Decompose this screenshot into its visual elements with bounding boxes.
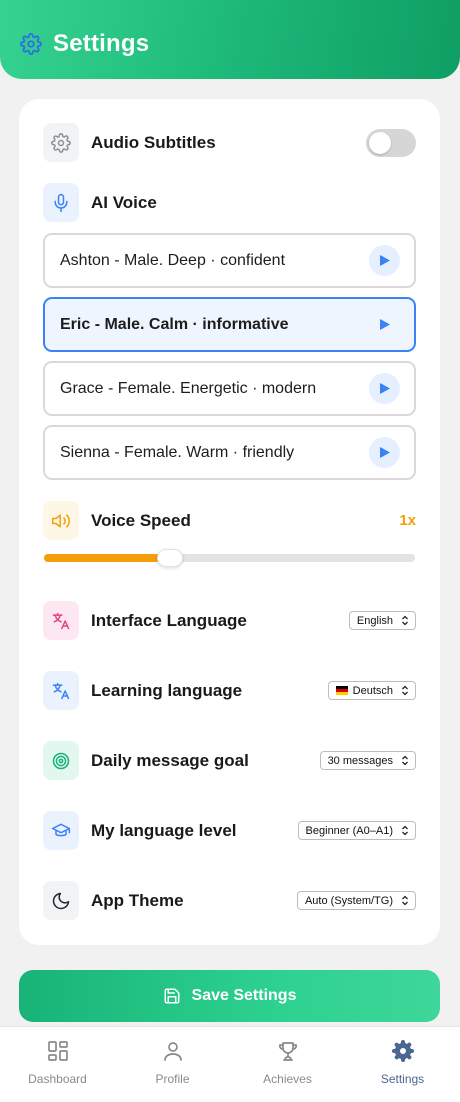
daily-goal-label: Daily message goal [91, 750, 249, 770]
ai-voice-label: AI Voice [91, 192, 157, 212]
play-icon[interactable] [369, 373, 400, 404]
interface-language-label: Interface Language [91, 610, 247, 630]
select-value: Auto (System/TG) [304, 894, 393, 907]
chevron-updown-icon [402, 895, 408, 906]
gear-icon [43, 123, 79, 162]
daily-goal-select[interactable]: 30 messages [319, 751, 416, 770]
voice-speed-row: Voice Speed 1x [43, 501, 416, 540]
nav-item-settings[interactable]: Settings [345, 1027, 460, 1102]
learning-language-select[interactable]: Deutsch [327, 681, 416, 700]
voice-option-label: Sienna - Female. Warm · friendly [60, 443, 295, 461]
trophy-icon [278, 1042, 297, 1061]
interface-language-select[interactable]: English [348, 611, 416, 630]
translate-icon [43, 601, 79, 640]
chevron-updown-icon [402, 825, 408, 836]
play-icon[interactable] [369, 309, 400, 340]
moon-icon [43, 881, 79, 920]
nav-item-dashboard[interactable]: Dashboard [0, 1027, 115, 1102]
app-theme-label: App Theme [91, 890, 184, 910]
nav-label: Profile [155, 1072, 190, 1086]
voice-speed-value: 1x [399, 512, 416, 529]
interface-language-row: Interface Language English [43, 601, 416, 640]
page-title: Settings [53, 29, 150, 57]
chevron-updown-icon [402, 615, 408, 626]
slider-thumb[interactable] [157, 549, 183, 567]
chevron-updown-icon [402, 685, 408, 696]
language-level-row: My language level Beginner (A0–A1) [43, 811, 416, 850]
audio-subtitles-row: Audio Subtitles [43, 123, 416, 162]
daily-goal-row: Daily message goal 30 messages [43, 741, 416, 780]
voice-option-sienna[interactable]: Sienna - Female. Warm · friendly [43, 425, 416, 480]
play-icon[interactable] [369, 245, 400, 276]
microphone-icon [43, 183, 79, 222]
voice-option-eric[interactable]: Eric - Male. Calm · informative [43, 297, 416, 352]
chevron-updown-icon [402, 755, 408, 766]
voice-option-grace[interactable]: Grace - Female. Energetic · modern [43, 361, 416, 416]
select-value: English [356, 614, 393, 627]
nav-label: Settings [380, 1072, 425, 1086]
german-flag-icon [335, 686, 348, 695]
user-icon [163, 1042, 182, 1061]
app-theme-select[interactable]: Auto (System/TG) [296, 891, 416, 910]
language-level-label: My language level [91, 820, 237, 840]
audio-subtitles-toggle[interactable] [366, 128, 416, 157]
voice-option-label: Grace - Female. Energetic · modern [60, 379, 317, 397]
graduation-cap-icon [43, 811, 79, 850]
bottom-nav: Dashboard Profile Achieves Settings [0, 1026, 460, 1102]
speaker-icon [43, 501, 79, 540]
app-theme-row: App Theme Auto (System/TG) [43, 881, 416, 920]
save-icon [164, 988, 180, 1004]
nav-label: Achieves [263, 1072, 312, 1086]
app-header: Settings [0, 0, 460, 79]
settings-card: Audio Subtitles AI Voice Ashton - Male. … [19, 99, 440, 945]
slider-fill [44, 554, 170, 562]
translate-icon [43, 671, 79, 710]
select-value: 30 messages [327, 754, 393, 767]
voice-speed-slider[interactable] [44, 549, 415, 567]
toggle-knob [369, 131, 391, 154]
gear-icon [20, 32, 42, 55]
dashboard-icon [47, 1041, 68, 1061]
learning-language-row: Learning language Deutsch [43, 671, 416, 710]
learning-language-label: Learning language [91, 680, 243, 700]
nav-item-achieves[interactable]: Achieves [230, 1027, 345, 1102]
voice-option-ashton[interactable]: Ashton - Male. Deep · confident [43, 233, 416, 288]
voice-option-label: Eric - Male. Calm · informative [60, 315, 289, 333]
save-settings-button[interactable]: Save Settings [19, 970, 440, 1022]
gear-icon [391, 1040, 414, 1062]
language-level-select[interactable]: Beginner (A0–A1) [297, 821, 416, 840]
voice-speed-label: Voice Speed [91, 510, 191, 530]
save-settings-label: Save Settings [191, 987, 297, 1004]
nav-item-profile[interactable]: Profile [115, 1027, 230, 1102]
audio-subtitles-label: Audio Subtitles [91, 132, 216, 152]
play-icon[interactable] [369, 437, 400, 468]
select-value: Deutsch [352, 684, 393, 697]
ai-voice-row: AI Voice [43, 183, 416, 222]
select-value: Beginner (A0–A1) [305, 824, 393, 837]
target-icon [43, 741, 79, 780]
voice-option-label: Ashton - Male. Deep · confident [60, 251, 286, 269]
nav-label: Dashboard [28, 1072, 87, 1086]
